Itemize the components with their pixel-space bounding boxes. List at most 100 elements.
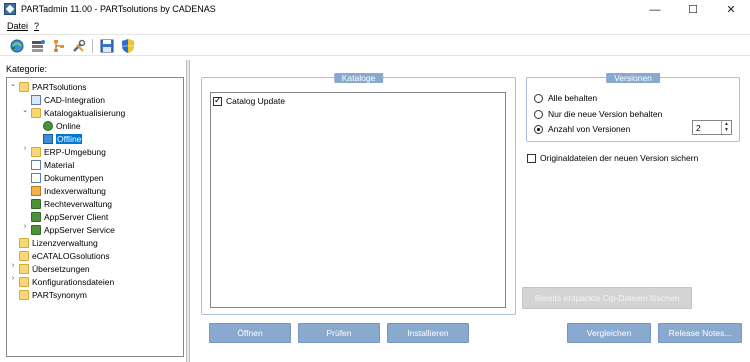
tree-item-label: Online bbox=[56, 120, 81, 131]
catalog-stack-icon[interactable] bbox=[30, 38, 46, 54]
tree-item-label: Material bbox=[44, 159, 75, 170]
tree-item-offline[interactable]: Offline bbox=[43, 132, 83, 145]
stepper-down-icon[interactable]: ▼ bbox=[722, 127, 731, 133]
category-tree[interactable]: ⌄ PARTsolutions CAD-Integration ⌄ Katalo… bbox=[6, 77, 184, 357]
original-files-label: Originaldateien der neuen Version sicher… bbox=[540, 153, 699, 163]
minimize-button[interactable]: — bbox=[636, 0, 674, 19]
expand-toggle-icon[interactable]: ⌄ bbox=[21, 106, 29, 114]
tree-item-label: Lizenzverwaltung bbox=[32, 237, 98, 248]
tree-item-material[interactable]: Material bbox=[31, 158, 74, 171]
folder-icon bbox=[19, 289, 29, 300]
option-alle-behalten[interactable]: Alle behalten bbox=[534, 93, 597, 103]
rights-icon bbox=[31, 198, 41, 209]
tree-item-ecatalogsolutions[interactable]: eCATALOGsolutions bbox=[19, 249, 110, 262]
tree-item-label: Katalogaktualisierung bbox=[44, 107, 126, 118]
tree-item-label: AppServer Service bbox=[44, 224, 115, 235]
close-button[interactable]: ✕ bbox=[712, 0, 750, 19]
maximize-button[interactable]: ☐ bbox=[674, 0, 712, 19]
category-pane: Kategorie: ⌄ PARTsolutions CAD-Integrati… bbox=[0, 60, 186, 362]
server-icon bbox=[31, 211, 41, 222]
folder-icon bbox=[31, 146, 41, 157]
tree-item-katalogaktualisierung[interactable]: Katalogaktualisierung bbox=[31, 106, 125, 119]
sync-globe-icon[interactable] bbox=[9, 38, 25, 54]
tree-item-dokumenttypen[interactable]: Dokumenttypen bbox=[31, 171, 104, 184]
tree-item-label: ERP-Umgebung bbox=[44, 146, 106, 157]
menu-bar: Datei ? bbox=[0, 19, 750, 33]
tree-item-label: Übersetzungen bbox=[32, 263, 90, 274]
folder-icon bbox=[19, 263, 29, 274]
catalog-update-checkbox[interactable] bbox=[213, 95, 222, 106]
original-files-option[interactable]: Originaldateien der neuen Version sicher… bbox=[527, 153, 698, 163]
offline-globe-icon bbox=[43, 133, 53, 144]
tree-item-label: CAD-Integration bbox=[44, 94, 105, 105]
open-button[interactable]: Öffnen bbox=[209, 323, 291, 343]
alle-behalten-radio[interactable] bbox=[534, 93, 543, 103]
version-count-stepper[interactable]: 2 ▲ ▼ bbox=[692, 120, 732, 135]
option-label: Anzahl von Versionen bbox=[548, 124, 631, 134]
tree-item-label: AppServer Client bbox=[44, 211, 109, 222]
install-button[interactable]: Installieren bbox=[387, 323, 469, 343]
title-bar: PARTadmin 11.00 - PARTsolutions by CADEN… bbox=[0, 0, 750, 19]
tree-item-partsynonym[interactable]: PARTsynonym bbox=[19, 288, 87, 301]
tree-item-label: PARTsynonym bbox=[32, 289, 87, 300]
check-button[interactable]: Prüfen bbox=[298, 323, 380, 343]
index-icon bbox=[31, 185, 41, 196]
tree-item-label: eCATALOGsolutions bbox=[32, 250, 110, 261]
toolbar-separator bbox=[92, 39, 93, 53]
pane-splitter[interactable] bbox=[186, 60, 190, 362]
expand-toggle-icon[interactable]: › bbox=[21, 223, 29, 230]
release-notes-button[interactable]: Release Notes... bbox=[658, 323, 742, 343]
option-label: Alle behalten bbox=[548, 93, 598, 103]
tree-item-uebersetzungen[interactable]: Übersetzungen bbox=[19, 262, 90, 275]
document-icon bbox=[31, 172, 41, 183]
tree-item-rechteverwaltung[interactable]: Rechteverwaltung bbox=[31, 197, 112, 210]
tree-item-label: Indexverwaltung bbox=[44, 185, 106, 196]
folder-icon bbox=[19, 237, 29, 248]
window-title: PARTadmin 11.00 - PARTsolutions by CADEN… bbox=[21, 4, 216, 14]
option-anzahl-versionen[interactable]: Anzahl von Versionen bbox=[534, 124, 630, 134]
tree-item-cad-integration[interactable]: CAD-Integration bbox=[31, 93, 105, 106]
tree-item-label: Offline bbox=[56, 133, 83, 144]
tree-item-online[interactable]: Online bbox=[43, 119, 81, 132]
tree-item-lizenzverwaltung[interactable]: Lizenzverwaltung bbox=[19, 236, 98, 249]
save-icon[interactable] bbox=[99, 38, 115, 54]
category-label: Kategorie: bbox=[6, 64, 48, 74]
catalog-item-catalog-update[interactable]: Catalog Update bbox=[213, 95, 286, 106]
tree-item-indexverwaltung[interactable]: Indexverwaltung bbox=[31, 184, 106, 197]
compare-button[interactable]: Vergleichen bbox=[567, 323, 651, 343]
folder-icon bbox=[31, 107, 41, 118]
expand-toggle-icon[interactable]: › bbox=[9, 275, 17, 282]
server-icon bbox=[31, 224, 41, 235]
shield-icon[interactable] bbox=[120, 38, 136, 54]
option-nur-neue-version[interactable]: Nur die neue Version behalten bbox=[534, 109, 662, 119]
folder-icon bbox=[19, 81, 29, 92]
tools-icon[interactable] bbox=[71, 38, 87, 54]
anzahl-versionen-radio[interactable] bbox=[534, 124, 543, 134]
nur-neue-version-radio[interactable] bbox=[534, 109, 543, 119]
versionen-title: Versionen bbox=[606, 73, 660, 83]
expand-toggle-icon[interactable]: › bbox=[21, 145, 29, 152]
expand-toggle-icon[interactable]: ⌄ bbox=[9, 80, 17, 88]
original-files-checkbox[interactable] bbox=[527, 153, 536, 163]
delete-cip-button[interactable]: Bereits entpackte Cip-Dateien löschen bbox=[522, 287, 692, 309]
stepper-buttons: ▲ ▼ bbox=[721, 121, 731, 134]
tree-item-konfigurationsdateien[interactable]: Konfigurationsdateien bbox=[19, 275, 114, 288]
toolbar bbox=[0, 34, 750, 56]
folder-icon bbox=[19, 250, 29, 261]
catalog-list[interactable]: Catalog Update bbox=[210, 92, 506, 308]
menu-help[interactable]: ? bbox=[34, 21, 39, 31]
catalog-item-label: Catalog Update bbox=[226, 96, 286, 106]
tree-structure-icon[interactable] bbox=[51, 38, 67, 54]
tree-item-label: PARTsolutions bbox=[32, 81, 87, 92]
expand-toggle-icon[interactable]: › bbox=[9, 262, 17, 269]
tree-item-label: Konfigurationsdateien bbox=[32, 276, 115, 287]
version-count-value[interactable]: 2 bbox=[696, 123, 701, 133]
menu-datei[interactable]: Datei bbox=[7, 21, 28, 31]
tree-item-partsolutions[interactable]: PARTsolutions bbox=[19, 80, 87, 93]
tree-item-erp-umgebung[interactable]: ERP-Umgebung bbox=[31, 145, 106, 158]
tree-item-label: Rechteverwaltung bbox=[44, 198, 113, 209]
option-label: Nur die neue Version behalten bbox=[548, 109, 663, 119]
kataloge-title: Kataloge bbox=[333, 73, 384, 83]
tree-item-appserver-client[interactable]: AppServer Client bbox=[31, 210, 108, 223]
tree-item-appserver-service[interactable]: AppServer Service bbox=[31, 223, 115, 236]
